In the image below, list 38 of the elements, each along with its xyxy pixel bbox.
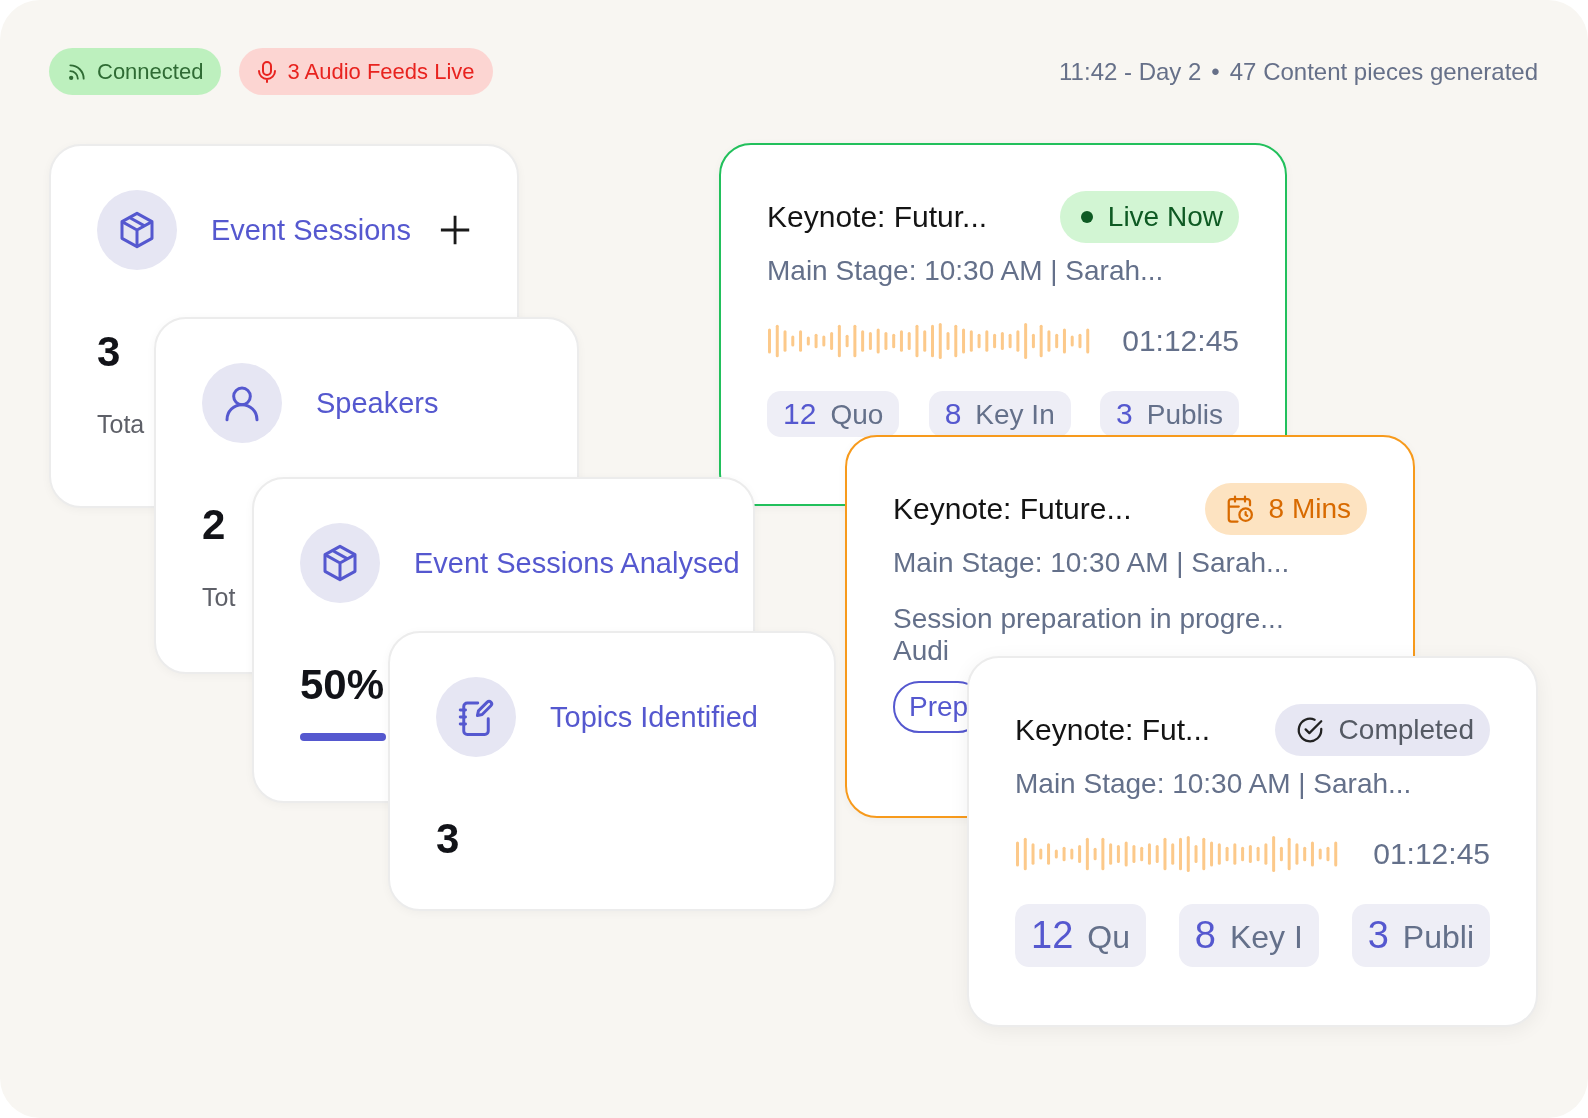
session-title: Keynote: Fut... xyxy=(1015,713,1211,747)
content-chip: 3 Publis xyxy=(1100,391,1239,437)
stat-value: 3 xyxy=(436,815,461,863)
session-title: Keynote: Future... xyxy=(893,492,1132,526)
status-badge: Completed xyxy=(1274,704,1490,756)
session-subtitle: Main Stage: 10:30 AM | Sarah... xyxy=(1015,768,1413,800)
stat-title: Speakers xyxy=(316,386,439,420)
content-chip: 8 Key In xyxy=(928,391,1071,437)
microphone-icon xyxy=(257,59,278,84)
content-chip: 12 Qu xyxy=(1015,904,1146,967)
time-text: 11:42 - Day 2 xyxy=(1059,57,1202,86)
session-subtitle: Main Stage: 10:30 AM | Sarah... xyxy=(893,547,1291,579)
duration-text: 01:12:45 xyxy=(1122,324,1239,358)
stat-value: 50% xyxy=(300,661,386,709)
session-note: Audi xyxy=(893,635,951,667)
session-note: Session preparation in progre... xyxy=(893,603,1285,635)
signal-icon xyxy=(67,61,87,82)
status-badge: 8 Mins xyxy=(1204,483,1367,535)
content-chip: 8 Key I xyxy=(1178,904,1319,967)
content-chip: 12 Quo xyxy=(767,391,900,437)
separator-dot: • xyxy=(1211,57,1220,86)
stat-value: 2 xyxy=(202,501,227,549)
duration-text: 01:12:45 xyxy=(1373,837,1490,871)
status-pill: Connected xyxy=(49,48,222,95)
stat-caption: Tota xyxy=(97,410,146,439)
status-dot-icon xyxy=(1079,210,1094,224)
session-title: Keynote: Futur... xyxy=(767,200,988,234)
stat-value: 3 xyxy=(97,328,122,376)
add-icon[interactable] xyxy=(438,213,471,247)
stat-title: Topics Identified xyxy=(550,700,758,734)
stat-title: Event Sessions Analysed xyxy=(414,546,740,580)
status-badge: Live Now xyxy=(1059,191,1239,243)
session-subtitle: Main Stage: 10:30 AM | Sarah... xyxy=(767,255,1165,287)
content-chip: 3 Publi xyxy=(1351,904,1490,967)
content-count-text: 47 Content pieces generated xyxy=(1229,57,1538,86)
stat-caption: Tot xyxy=(202,583,237,612)
status-pill: 3 Audio Feeds Live xyxy=(239,48,493,95)
stat-title: Event Sessions xyxy=(211,213,411,247)
